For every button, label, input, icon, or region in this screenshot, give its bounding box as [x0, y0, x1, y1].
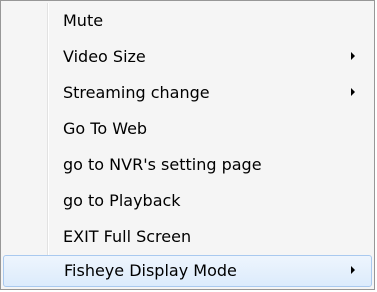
- menu-item-label: Fisheye Display Mode: [64, 261, 237, 280]
- menu-item-mute[interactable]: Mute: [3, 5, 372, 37]
- menu-item-label: Go To Web: [63, 119, 148, 138]
- menu-item-exit-full-screen[interactable]: EXIT Full Screen: [3, 221, 372, 253]
- menu-item-go-to-web[interactable]: Go To Web: [3, 113, 372, 145]
- menu-item-streaming-change[interactable]: Streaming change: [3, 77, 372, 109]
- context-menu: Mute Video Size Streaming change Go To W…: [0, 0, 375, 290]
- menu-item-nvr-settings[interactable]: go to NVR's setting page: [3, 149, 372, 181]
- submenu-arrow-icon: [351, 52, 355, 60]
- menu-item-label: go to Playback: [63, 191, 181, 210]
- menu-item-go-to-playback[interactable]: go to Playback: [3, 185, 372, 217]
- submenu-arrow-icon: [351, 88, 355, 96]
- menu-item-label: EXIT Full Screen: [63, 227, 192, 246]
- menu-item-label: Streaming change: [63, 83, 210, 102]
- menu-item-label: go to NVR's setting page: [63, 155, 262, 174]
- menu-item-label: Video Size: [63, 47, 146, 66]
- submenu-arrow-icon: [351, 266, 355, 274]
- menu-item-video-size[interactable]: Video Size: [3, 41, 372, 73]
- menu-item-fisheye-display-mode[interactable]: Fisheye Display Mode: [3, 255, 372, 287]
- menu-item-label: Mute: [63, 11, 104, 30]
